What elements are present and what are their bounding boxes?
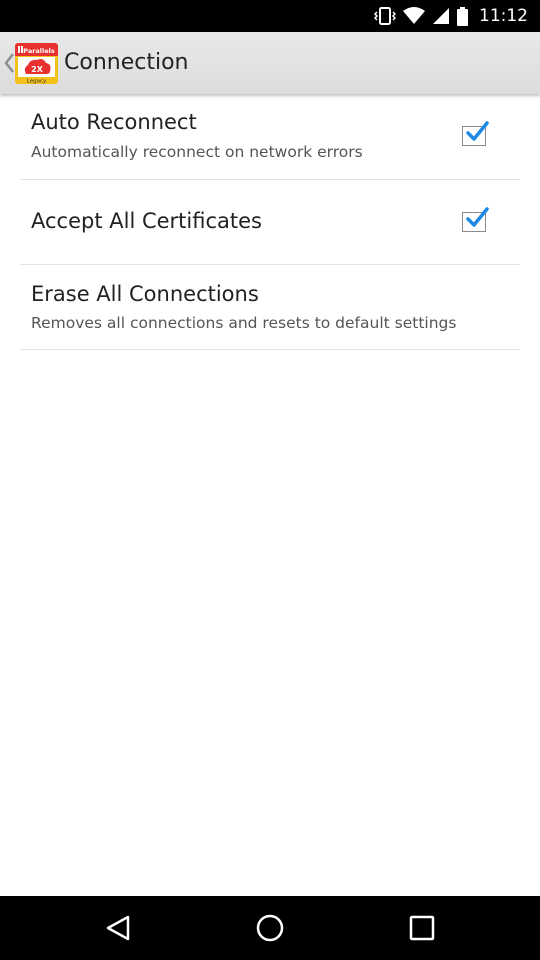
erase-all-connections-preference[interactable]: Erase All Connections Removes all connec… (20, 265, 520, 350)
auto-reconnect-title: Auto Reconnect (31, 110, 197, 134)
svg-text:Parallels: Parallels (23, 47, 55, 55)
parallels-2x-legacy-icon[interactable]: Parallels 2X Legacy (15, 43, 58, 84)
recents-icon[interactable] (407, 913, 437, 943)
action-bar: Parallels 2X Legacy Connection (0, 32, 540, 94)
battery-icon (457, 6, 468, 26)
status-time: 11:12 (479, 6, 528, 26)
accept-all-certificates-checkbox[interactable] (462, 207, 489, 232)
navigation-bar (0, 896, 540, 960)
accept-all-certificates-title: Accept All Certificates (31, 209, 262, 233)
checkmark-icon (466, 207, 489, 227)
erase-all-connections-title: Erase All Connections (31, 282, 259, 306)
auto-reconnect-checkbox[interactable] (462, 121, 489, 146)
home-icon[interactable] (255, 913, 285, 943)
up-navigation-chevron-icon[interactable] (2, 52, 16, 74)
page-title: Connection (64, 50, 189, 75)
auto-reconnect-summary: Automatically reconnect on network error… (31, 143, 363, 161)
back-icon[interactable] (103, 913, 133, 943)
svg-text:Legacy: Legacy (27, 79, 47, 85)
auto-reconnect-preference[interactable]: Auto Reconnect Automatically reconnect o… (20, 94, 520, 180)
erase-all-connections-summary: Removes all connections and resets to de… (31, 314, 457, 332)
status-bar: 11:12 (0, 0, 540, 32)
settings-list: Auto Reconnect Automatically reconnect o… (0, 94, 540, 350)
checkmark-icon (466, 121, 489, 141)
svg-text:2X: 2X (31, 65, 44, 74)
signal-icon (433, 8, 449, 24)
vibrate-icon (374, 7, 396, 25)
accept-all-certificates-preference[interactable]: Accept All Certificates (20, 180, 520, 265)
status-icons: 11:12 (374, 0, 528, 32)
screen: 11:12 Parallels 2X Legacy Connection Aut (0, 0, 540, 960)
wifi-icon (403, 7, 425, 24)
